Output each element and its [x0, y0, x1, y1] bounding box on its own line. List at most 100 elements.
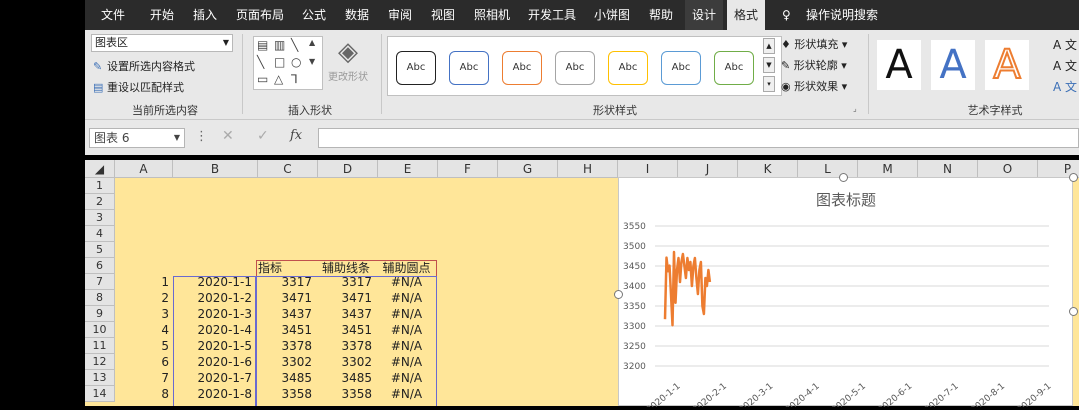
change-shape-button[interactable]: ◈ 更改形状: [328, 36, 368, 96]
table-cell[interactable]: 3485: [316, 370, 376, 386]
line-shape-icon[interactable]: ╲: [291, 38, 298, 52]
table-cell[interactable]: #N/A: [376, 386, 437, 402]
table-cell[interactable]: 2020-1-8: [173, 386, 256, 402]
column-header[interactable]: E: [378, 160, 438, 178]
table-cell[interactable]: 3358: [256, 386, 316, 402]
worksheet[interactable]: ◢ ABCDEFGHIJKLMNOP 1 2 3 4 5 6 7 8 9 10 11 12 13 14 指…: [85, 160, 1079, 410]
row-header[interactable]: 1: [85, 178, 115, 194]
table-cell[interactable]: 2020-1-5: [173, 338, 256, 354]
row-header[interactable]: 14: [85, 386, 115, 402]
shape-fill-button[interactable]: ♦ 形状填充 ▾: [781, 36, 847, 52]
column-header[interactable]: L: [798, 160, 858, 178]
column-header[interactable]: G: [498, 160, 558, 178]
diagonal-line-icon[interactable]: ╲: [257, 55, 264, 69]
text-fill-button[interactable]: A 文: [1053, 36, 1077, 53]
table-cell[interactable]: 3: [115, 306, 173, 322]
tab-design[interactable]: 设计: [685, 0, 723, 30]
rounded-rect-icon[interactable]: ▭: [257, 72, 268, 86]
dialog-launcher-icon[interactable]: ⌟: [853, 104, 857, 113]
reset-style-button[interactable]: ▤ 重设以匹配样式: [93, 79, 184, 95]
gallery-up-arrow[interactable]: ▲: [763, 38, 775, 54]
column-header[interactable]: A: [115, 160, 173, 178]
shape-style-5[interactable]: Abc: [608, 51, 648, 85]
resize-handle-top-right[interactable]: [1069, 173, 1078, 182]
table-cell[interactable]: 3302: [256, 354, 316, 370]
cancel-icon[interactable]: ✕: [222, 128, 234, 144]
table-cell[interactable]: 3317: [256, 274, 316, 290]
table-cell[interactable]: 2020-1-3: [173, 306, 256, 322]
tab-home[interactable]: 开始: [150, 0, 174, 30]
table-cell[interactable]: 2020-1-1: [173, 274, 256, 290]
table-cell[interactable]: #N/A: [376, 322, 437, 338]
insert-function-icon[interactable]: fx: [290, 128, 302, 143]
table-cell[interactable]: #N/A: [376, 370, 437, 386]
column-header[interactable]: K: [738, 160, 798, 178]
row-header[interactable]: 2: [85, 194, 115, 210]
textbox-shape-icon[interactable]: ▤: [257, 38, 268, 52]
triangle-shape-icon[interactable]: △: [274, 72, 283, 86]
tab-view[interactable]: 视图: [431, 0, 455, 30]
resize-handle-right[interactable]: [1069, 307, 1078, 316]
row-header[interactable]: 7: [85, 274, 115, 290]
resize-handle-left[interactable]: [614, 290, 623, 299]
rectangle-shape-icon[interactable]: □: [274, 55, 285, 69]
chevron-down-icon[interactable]: ▼: [309, 57, 315, 66]
tab-insert[interactable]: 插入: [193, 0, 217, 30]
table-cell[interactable]: 3451: [316, 322, 376, 338]
column-header[interactable]: M: [858, 160, 918, 178]
text-effects-button[interactable]: A 文: [1053, 78, 1077, 95]
table-cell[interactable]: 3471: [256, 290, 316, 306]
shape-style-3[interactable]: Abc: [502, 51, 542, 85]
table-cell[interactable]: 2020-1-6: [173, 354, 256, 370]
table-cell[interactable]: 8: [115, 386, 173, 402]
table-cell[interactable]: 4: [115, 322, 173, 338]
table-cell[interactable]: 3485: [256, 370, 316, 386]
table-cell[interactable]: 3317: [316, 274, 376, 290]
table-cell[interactable]: #N/A: [376, 354, 437, 370]
chart-area[interactable]: 图表标题 3550 3500 3450 3400 3350 3300 3250 3200 2020…: [618, 177, 1073, 410]
tab-formulas[interactable]: 公式: [302, 0, 326, 30]
table-cell[interactable]: 3437: [256, 306, 316, 322]
table-cell[interactable]: 3302: [316, 354, 376, 370]
shape-style-1[interactable]: Abc: [396, 51, 436, 85]
table-cell[interactable]: 3471: [316, 290, 376, 306]
formula-input[interactable]: [318, 128, 1079, 148]
resize-handle-top[interactable]: [839, 173, 848, 182]
wordart-style-2[interactable]: A: [931, 40, 975, 90]
column-header[interactable]: D: [318, 160, 378, 178]
confirm-icon[interactable]: ✓: [257, 128, 269, 144]
text-outline-button[interactable]: A 文: [1053, 57, 1077, 74]
row-header[interactable]: 3: [85, 210, 115, 226]
tab-format[interactable]: 格式: [727, 0, 765, 30]
row-header[interactable]: 11: [85, 338, 115, 354]
row-header[interactable]: 8: [85, 290, 115, 306]
shape-gallery[interactable]: ▤ ▥ ╲ ╲ □ ○ ▭ △ ⅂ ▲ ▼: [253, 36, 323, 90]
column-header[interactable]: B: [173, 160, 258, 178]
more-icon[interactable]: ⋮: [195, 129, 208, 144]
table-cell[interactable]: 2020-1-4: [173, 322, 256, 338]
textbox-v-shape-icon[interactable]: ▥: [274, 38, 285, 52]
column-header[interactable]: I: [618, 160, 678, 178]
row-header[interactable]: 10: [85, 322, 115, 338]
table-cell[interactable]: 7: [115, 370, 173, 386]
column-header[interactable]: C: [258, 160, 318, 178]
tab-review[interactable]: 审阅: [388, 0, 412, 30]
gallery-down-arrow[interactable]: ▼: [763, 57, 775, 73]
tab-camera[interactable]: 照相机: [474, 0, 510, 30]
table-cell[interactable]: 3358: [316, 386, 376, 402]
shape-outline-button[interactable]: ✎ 形状轮廓 ▾: [781, 57, 847, 73]
tab-help[interactable]: 帮助: [649, 0, 673, 30]
row-header[interactable]: 9: [85, 306, 115, 322]
tell-me-search[interactable]: 操作说明搜索: [806, 0, 878, 30]
table-cell[interactable]: #N/A: [376, 338, 437, 354]
format-selection-button[interactable]: ✎ 设置所选内容格式: [93, 58, 195, 74]
table-cell[interactable]: 2020-1-7: [173, 370, 256, 386]
row-header[interactable]: 5: [85, 242, 115, 258]
table-cell[interactable]: 3378: [316, 338, 376, 354]
column-header[interactable]: J: [678, 160, 738, 178]
table-cell[interactable]: 3437: [316, 306, 376, 322]
wordart-style-1[interactable]: A: [877, 40, 921, 90]
shape-style-7[interactable]: Abc: [714, 51, 754, 85]
chart-element-combo[interactable]: 图表区 ▼: [91, 34, 233, 52]
tab-file[interactable]: 文件: [101, 0, 125, 30]
